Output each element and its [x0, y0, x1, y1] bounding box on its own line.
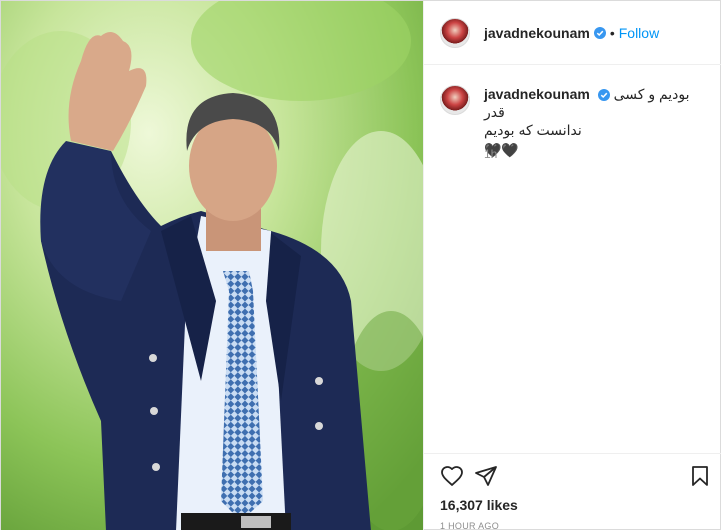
follow-button[interactable]: Follow	[619, 25, 659, 41]
heart-outline-icon[interactable]	[440, 464, 464, 488]
avatar[interactable]	[440, 17, 470, 48]
caption-text-line2: ندانست که بودیم	[484, 122, 582, 138]
instagram-post: javadnekounam • Follow javadnekounam بود…	[0, 0, 721, 530]
caption-timestamp[interactable]: 1h	[484, 147, 497, 161]
caption-emoji: 🖤🖤	[484, 142, 519, 158]
photo-illustration	[1, 1, 423, 530]
caption-verified-badge-icon	[597, 89, 610, 102]
post-photo[interactable]	[1, 1, 423, 530]
caption-body: javadnekounam بودیم و کسی قدر ندانست که …	[484, 85, 710, 159]
separator-dot: •	[609, 24, 615, 41]
paper-plane-icon[interactable]	[474, 464, 498, 488]
verified-badge-icon	[593, 26, 606, 39]
bookmark-outline-icon[interactable]	[688, 464, 712, 488]
caption-avatar[interactable]	[440, 85, 470, 115]
caption-username[interactable]: javadnekounam	[484, 86, 590, 102]
post-side-panel: javadnekounam • Follow javadnekounam بود…	[423, 1, 721, 530]
post-header: javadnekounam • Follow	[424, 1, 721, 65]
post-actions: 16,307 likes 1 HOUR AGO	[424, 453, 721, 530]
like-count[interactable]: 16,307 likes	[440, 497, 518, 513]
username-link[interactable]: javadnekounam	[484, 25, 590, 41]
post-time-ago[interactable]: 1 HOUR AGO	[440, 521, 499, 530]
